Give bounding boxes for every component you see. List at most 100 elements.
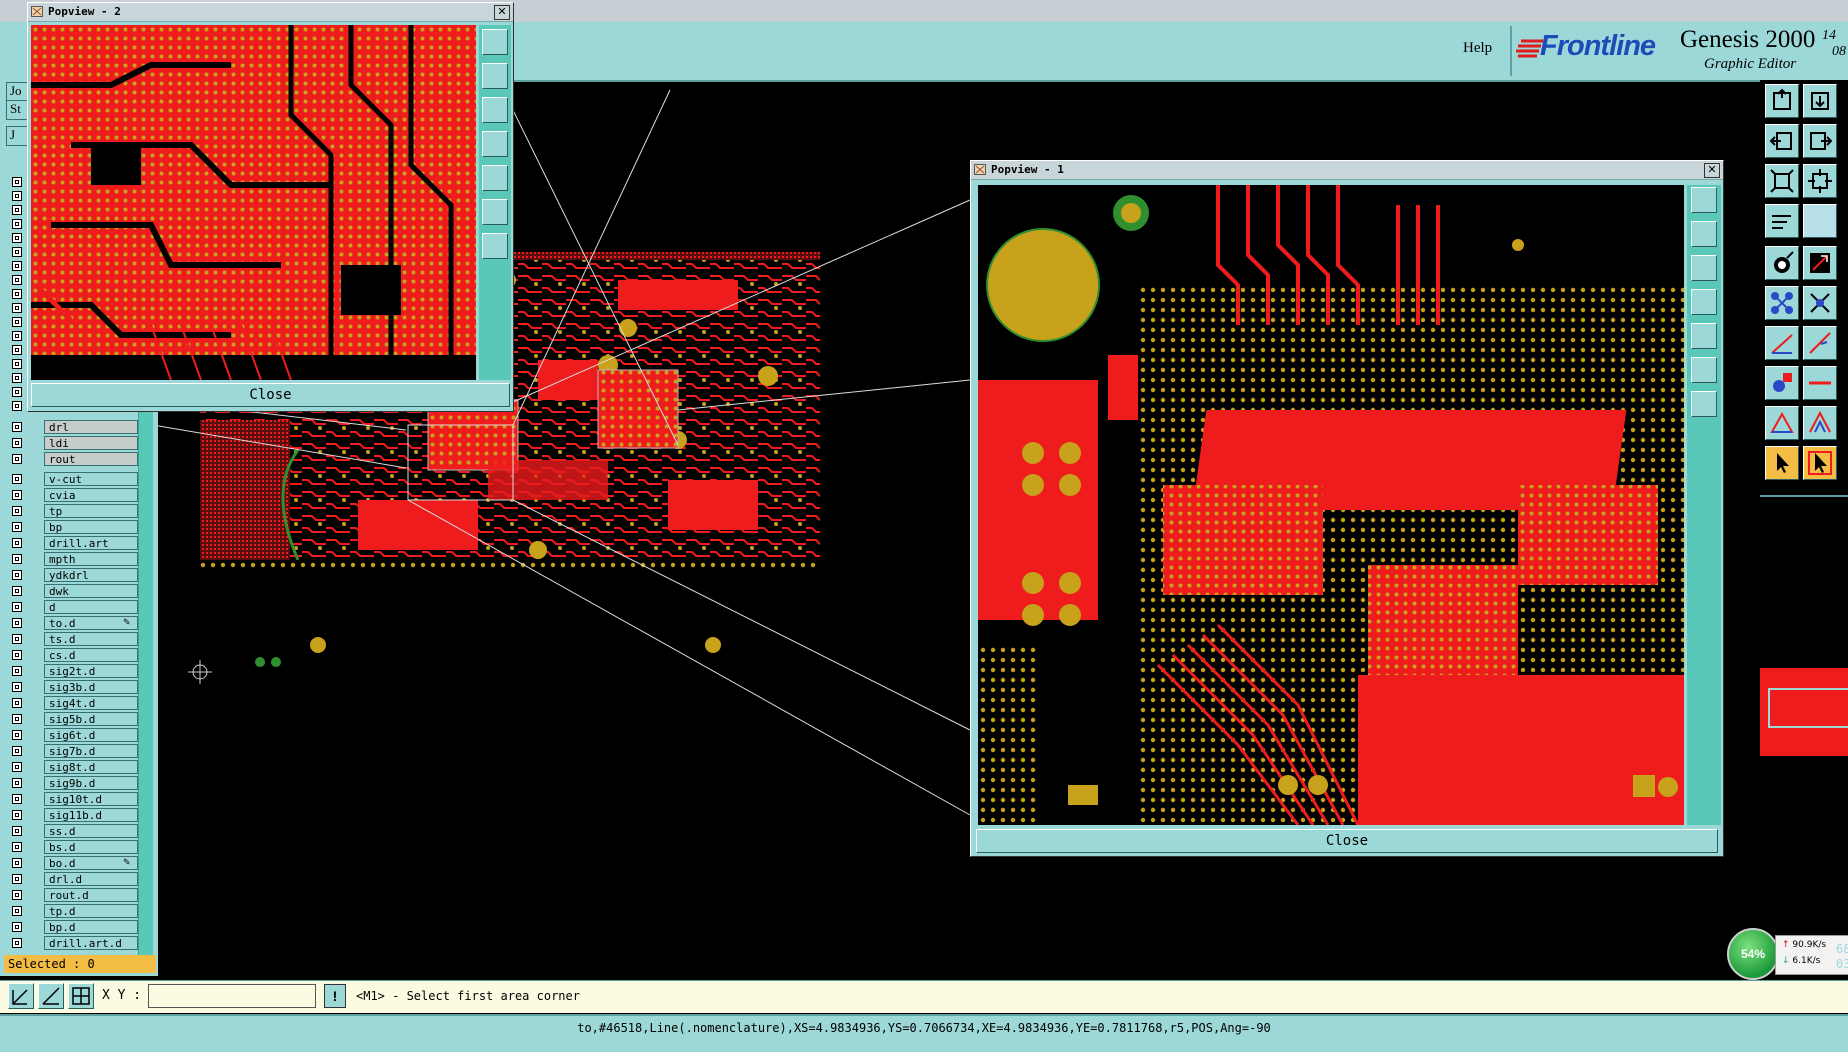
layer-name[interactable]: drill.art	[44, 536, 138, 550]
layer-row[interactable]: drill.art	[10, 536, 138, 551]
layer-name[interactable]: tp	[44, 504, 138, 518]
layer-checkbox[interactable]	[12, 906, 22, 916]
layer-name[interactable]: v-cut	[44, 472, 138, 486]
layer-name[interactable]: mpth	[44, 552, 138, 566]
layer-row[interactable]: d	[10, 600, 138, 615]
layer-name[interactable]: sig2t.d	[44, 664, 138, 678]
layer-checkbox[interactable]	[12, 714, 22, 724]
layer-checkbox[interactable]	[12, 474, 22, 484]
snap-mode-button[interactable]	[8, 983, 34, 1009]
layer-name[interactable]: tp.d	[44, 904, 138, 918]
popview-1-zoom-area-button[interactable]	[1691, 391, 1717, 417]
layer-checkbox[interactable]	[12, 522, 22, 532]
job-button[interactable]: Jo	[6, 82, 28, 102]
popview-1-titlebar[interactable]: Popview - 1 ✕	[971, 161, 1723, 180]
layer-name[interactable]: dwk	[44, 584, 138, 598]
layer-name[interactable]: d	[44, 600, 138, 614]
layer-checkbox[interactable]	[12, 454, 22, 464]
add-pad-button[interactable]	[1765, 366, 1799, 400]
layer-row[interactable]: sig9b.d	[10, 776, 138, 791]
layer-name[interactable]: sig11b.d	[44, 808, 138, 822]
cross-pads-button[interactable]	[1803, 286, 1837, 320]
layer-checkbox[interactable]	[12, 554, 22, 564]
layer-name[interactable]: bp	[44, 520, 138, 534]
layer-checkbox[interactable]	[12, 698, 22, 708]
layer-name[interactable]: bs.d	[44, 840, 138, 854]
layer-row[interactable]: drl	[10, 420, 138, 435]
layer-row[interactable]: bo.d✎	[10, 856, 138, 871]
layer-name[interactable]: sig10t.d	[44, 792, 138, 806]
layer-row-hidden[interactable]	[10, 245, 26, 260]
layer-checkbox[interactable]	[12, 874, 22, 884]
popview-2-zoom-home-button[interactable]	[482, 29, 508, 55]
layer-row[interactable]: bp.d	[10, 920, 138, 935]
grid-button[interactable]	[1803, 204, 1837, 238]
help-menu[interactable]: Help	[1463, 40, 1492, 57]
layer-checkbox[interactable]	[12, 842, 22, 852]
layer-checkbox[interactable]	[12, 570, 22, 580]
layer-row-hidden[interactable]	[10, 315, 26, 330]
layer-checkbox[interactable]	[12, 634, 22, 644]
layer-checkbox[interactable]	[12, 858, 22, 868]
layer-checkbox[interactable]	[12, 387, 22, 397]
layer-checkbox[interactable]	[12, 205, 22, 215]
angle-mode-button[interactable]	[38, 983, 64, 1009]
zoom-in-button[interactable]	[1803, 84, 1837, 118]
layer-name[interactable]: drl.d	[44, 872, 138, 886]
layer-row-hidden[interactable]	[10, 399, 26, 414]
layer-name[interactable]: sig9b.d	[44, 776, 138, 790]
layer-name[interactable]: sig8t.d	[44, 760, 138, 774]
popview-1-canvas[interactable]	[978, 185, 1684, 825]
measure-button[interactable]	[1765, 204, 1799, 238]
layer-row[interactable]: bp	[10, 520, 138, 535]
layer-checkbox[interactable]	[12, 401, 22, 411]
layer-row[interactable]: cvia	[10, 488, 138, 503]
add-horizontal-line-button[interactable]	[1803, 366, 1837, 400]
layer-name[interactable]: sig6t.d	[44, 728, 138, 742]
select-net-button[interactable]	[1803, 246, 1837, 280]
layer-row-hidden[interactable]	[10, 385, 26, 400]
layer-row-hidden[interactable]	[10, 217, 26, 232]
layer-checkbox[interactable]	[12, 810, 22, 820]
layer-row-hidden[interactable]	[10, 175, 26, 190]
layer-row-hidden[interactable]	[10, 357, 26, 372]
layer-checkbox[interactable]	[12, 794, 22, 804]
layer-checkbox[interactable]	[12, 303, 22, 313]
layer-checkbox[interactable]	[12, 219, 22, 229]
layer-row[interactable]: sig6t.d	[10, 728, 138, 743]
layer-row[interactable]: cs.d	[10, 648, 138, 663]
popview-2-zoom-out-button[interactable]	[482, 97, 508, 123]
layer-row[interactable]: sig11b.d	[10, 808, 138, 823]
layer-checkbox[interactable]	[12, 922, 22, 932]
layer-checkbox[interactable]	[12, 682, 22, 692]
popview-2-titlebar[interactable]: Popview - 2 ✕	[28, 3, 513, 22]
xy-coordinate-input[interactable]	[148, 984, 316, 1008]
select-feature-button[interactable]	[1765, 246, 1799, 280]
pointer-button[interactable]	[1765, 446, 1799, 480]
layer-row[interactable]: ldi	[10, 436, 138, 451]
window-menu-icon[interactable]	[974, 164, 986, 175]
layer-row[interactable]: dwk	[10, 584, 138, 599]
layer-row[interactable]: ydkdrl	[10, 568, 138, 583]
popview-2-fit-button[interactable]	[482, 199, 508, 225]
pan-right-button[interactable]	[1803, 124, 1837, 158]
layer-checkbox[interactable]	[12, 191, 22, 201]
fit-screen-button[interactable]	[1765, 164, 1799, 198]
exclamation-button[interactable]: !	[324, 984, 346, 1008]
layer-checkbox[interactable]	[12, 289, 22, 299]
layer-checkbox[interactable]	[12, 247, 22, 257]
layer-checkbox[interactable]	[12, 345, 22, 355]
zoom-home-button[interactable]	[1765, 84, 1799, 118]
connect-pads-button[interactable]	[1765, 286, 1799, 320]
layer-name[interactable]: sig7b.d	[44, 744, 138, 758]
layer-checkbox[interactable]	[12, 650, 22, 660]
zoom-area-button[interactable]	[1803, 164, 1837, 198]
popview-1-close-button[interactable]: Close	[976, 829, 1718, 853]
layer-checkbox[interactable]	[12, 602, 22, 612]
layer-row[interactable]: sig3b.d	[10, 680, 138, 695]
layer-name[interactable]: rout	[44, 452, 138, 466]
popview-2-zoom-area-button[interactable]	[482, 233, 508, 259]
close-icon[interactable]: ✕	[1704, 163, 1720, 178]
layer-name[interactable]: cvia	[44, 488, 138, 502]
layer-row[interactable]: rout.d	[10, 888, 138, 903]
